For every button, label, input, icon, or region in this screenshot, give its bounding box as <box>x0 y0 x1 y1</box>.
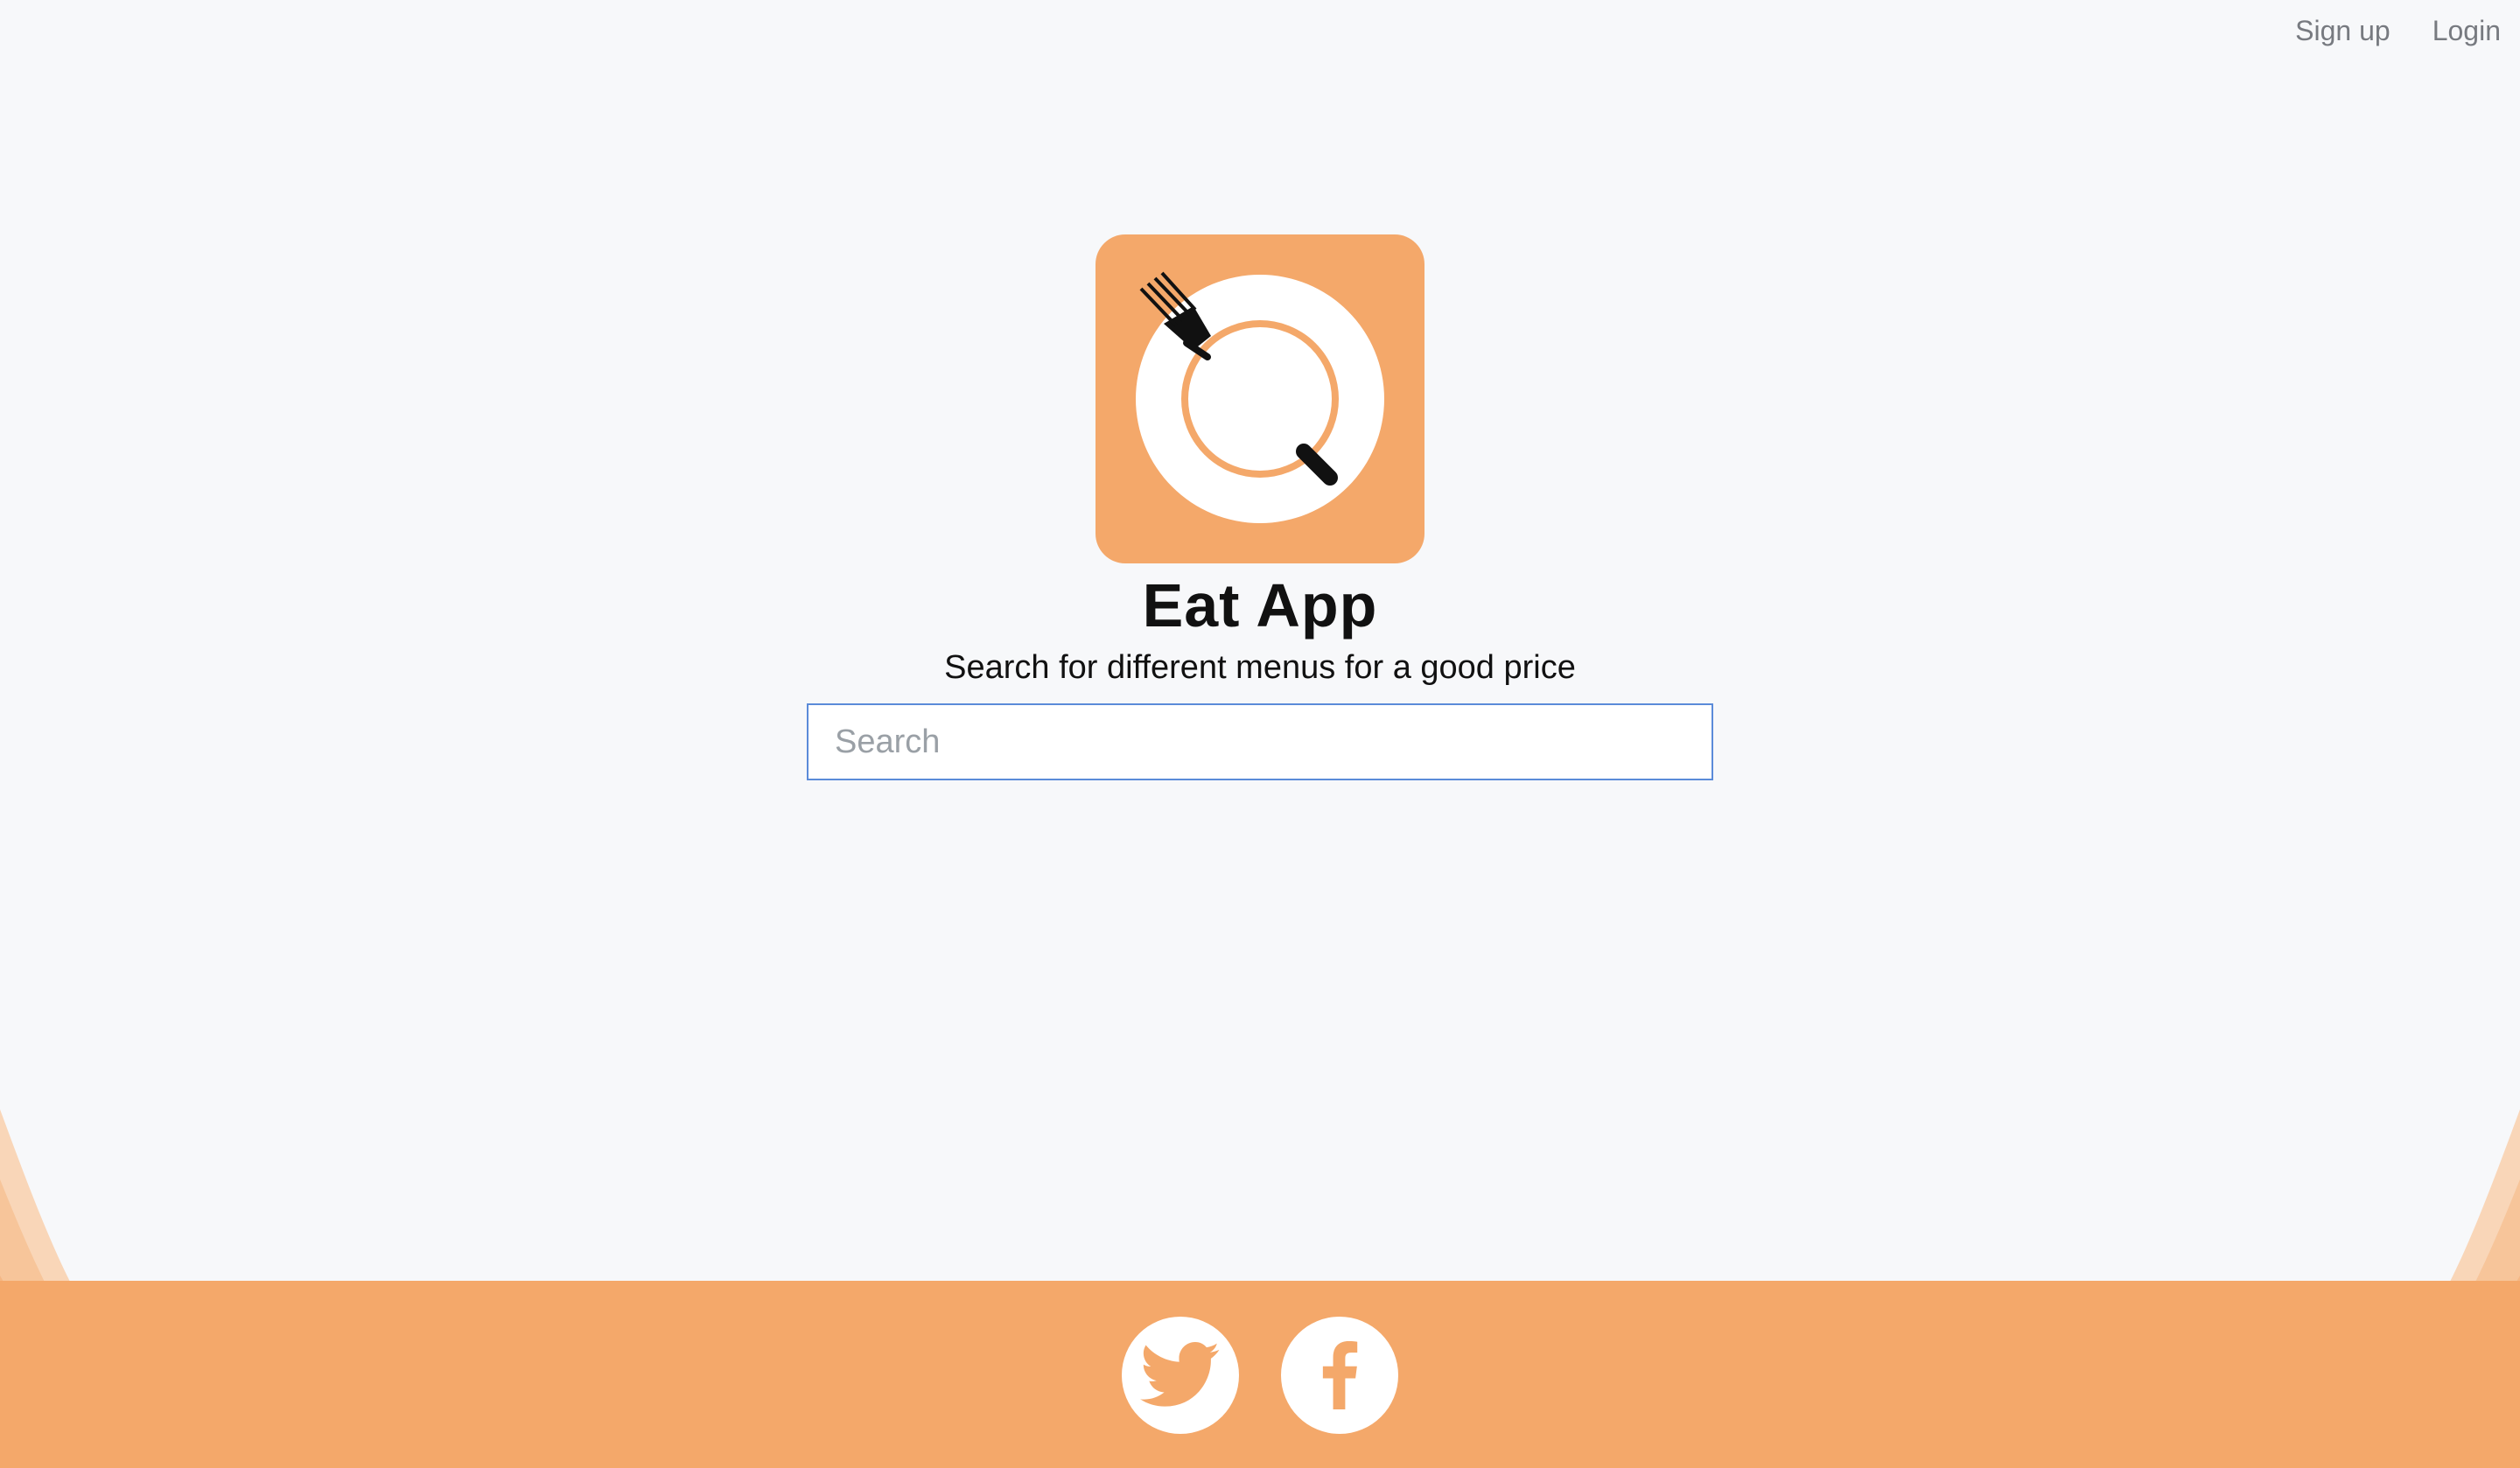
plate-fork-icon <box>1136 271 1384 523</box>
search-input[interactable] <box>808 705 1712 779</box>
hero: Eat App Search for different menus for a… <box>0 234 2520 780</box>
app-subtitle: Search for different menus for a good pr… <box>944 649 1576 686</box>
twitter-icon <box>1140 1342 1220 1407</box>
facebook-icon <box>1322 1341 1358 1409</box>
app-logo <box>1096 234 1424 563</box>
app-title: Eat App <box>1142 571 1378 640</box>
page: Sign up Login Eat App Search for differe… <box>0 0 2520 1468</box>
signup-link[interactable]: Sign up <box>2295 12 2390 49</box>
top-nav: Sign up Login <box>2295 12 2501 49</box>
twitter-button[interactable] <box>1122 1317 1239 1434</box>
login-link[interactable]: Login <box>2432 12 2501 49</box>
social-links <box>0 1317 2520 1434</box>
search-box <box>807 703 1713 780</box>
facebook-button[interactable] <box>1281 1317 1398 1434</box>
